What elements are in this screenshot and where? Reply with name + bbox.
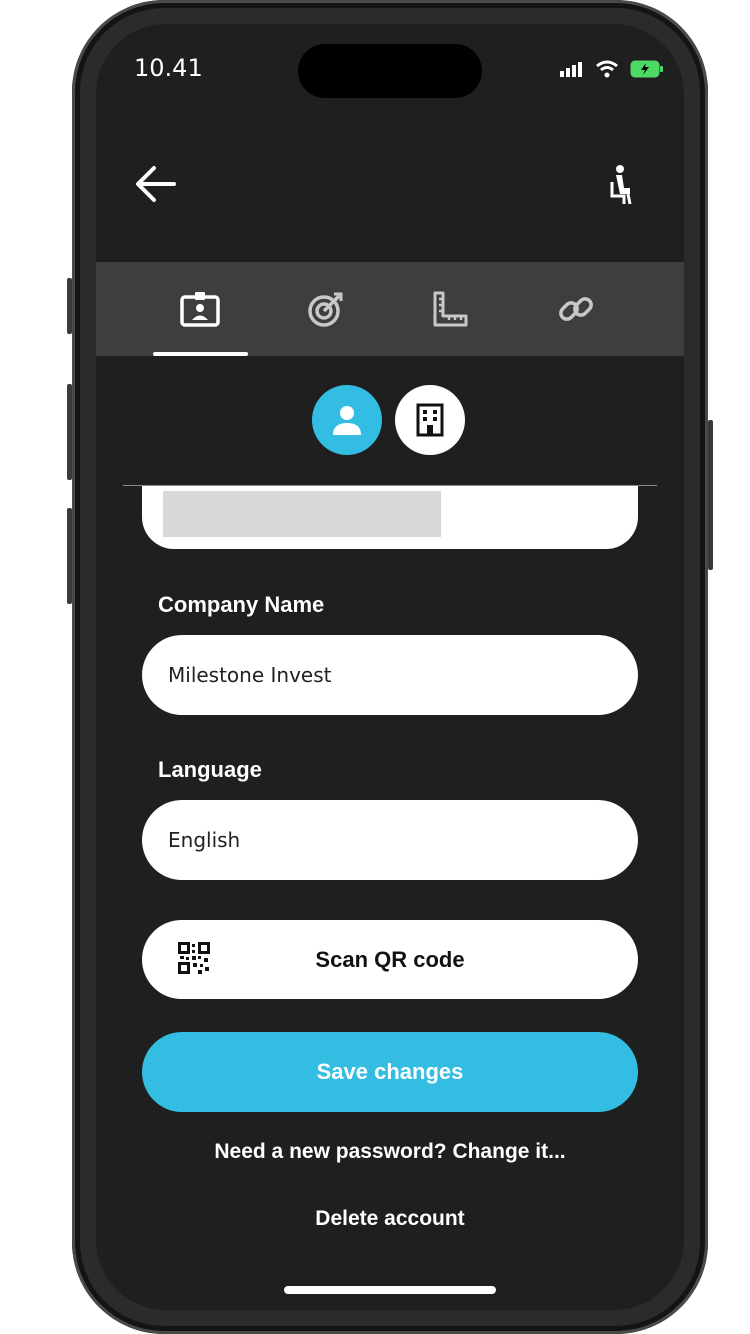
person-icon [333, 406, 361, 435]
ruler-icon [433, 291, 468, 327]
seated-person-icon [610, 165, 632, 205]
delete-account-link[interactable]: Delete account [96, 1207, 684, 1231]
active-tab-indicator [153, 352, 248, 356]
power-button [708, 420, 713, 570]
link-icon [559, 297, 593, 321]
change-password-link[interactable]: Need a new password? Change it... [96, 1140, 684, 1164]
building-icon [416, 403, 444, 437]
language-label: Language [158, 757, 262, 782]
tab-links[interactable] [528, 262, 624, 356]
app-screen: 10.41 Company Name Milestone Invest Lang… [96, 24, 684, 1310]
target-icon [308, 292, 343, 327]
redacted-value [163, 491, 441, 537]
wifi-icon [595, 60, 618, 77]
scan-qr-button[interactable]: Scan QR code [142, 920, 638, 999]
account-type-company-button[interactable] [395, 385, 465, 455]
volume-up-button [67, 384, 72, 480]
home-indicator [284, 1286, 496, 1294]
save-changes-button[interactable]: Save changes [142, 1032, 638, 1112]
id-badge-icon [180, 292, 220, 327]
dynamic-island [298, 44, 482, 98]
company-name-label: Company Name [158, 592, 325, 617]
volume-down-button [67, 508, 72, 604]
back-button[interactable] [134, 162, 178, 206]
language-field[interactable]: English [142, 800, 638, 880]
status-time: 10.41 [134, 54, 203, 82]
tab-bar [96, 262, 684, 356]
status-icons [554, 58, 664, 78]
tab-measurements[interactable] [402, 262, 498, 356]
company-name-field[interactable]: Milestone Invest [142, 635, 638, 715]
tab-profile[interactable] [152, 262, 248, 356]
arrow-left-icon [136, 166, 176, 202]
scan-qr-label: Scan QR code [315, 946, 465, 972]
redacted-field[interactable] [142, 486, 638, 549]
mute-switch [67, 278, 72, 334]
signal-icon [559, 61, 582, 77]
tab-goals[interactable] [278, 262, 374, 356]
account-type-person-button[interactable] [312, 385, 382, 455]
seated-person-button[interactable] [604, 164, 636, 206]
battery-icon [630, 60, 663, 77]
